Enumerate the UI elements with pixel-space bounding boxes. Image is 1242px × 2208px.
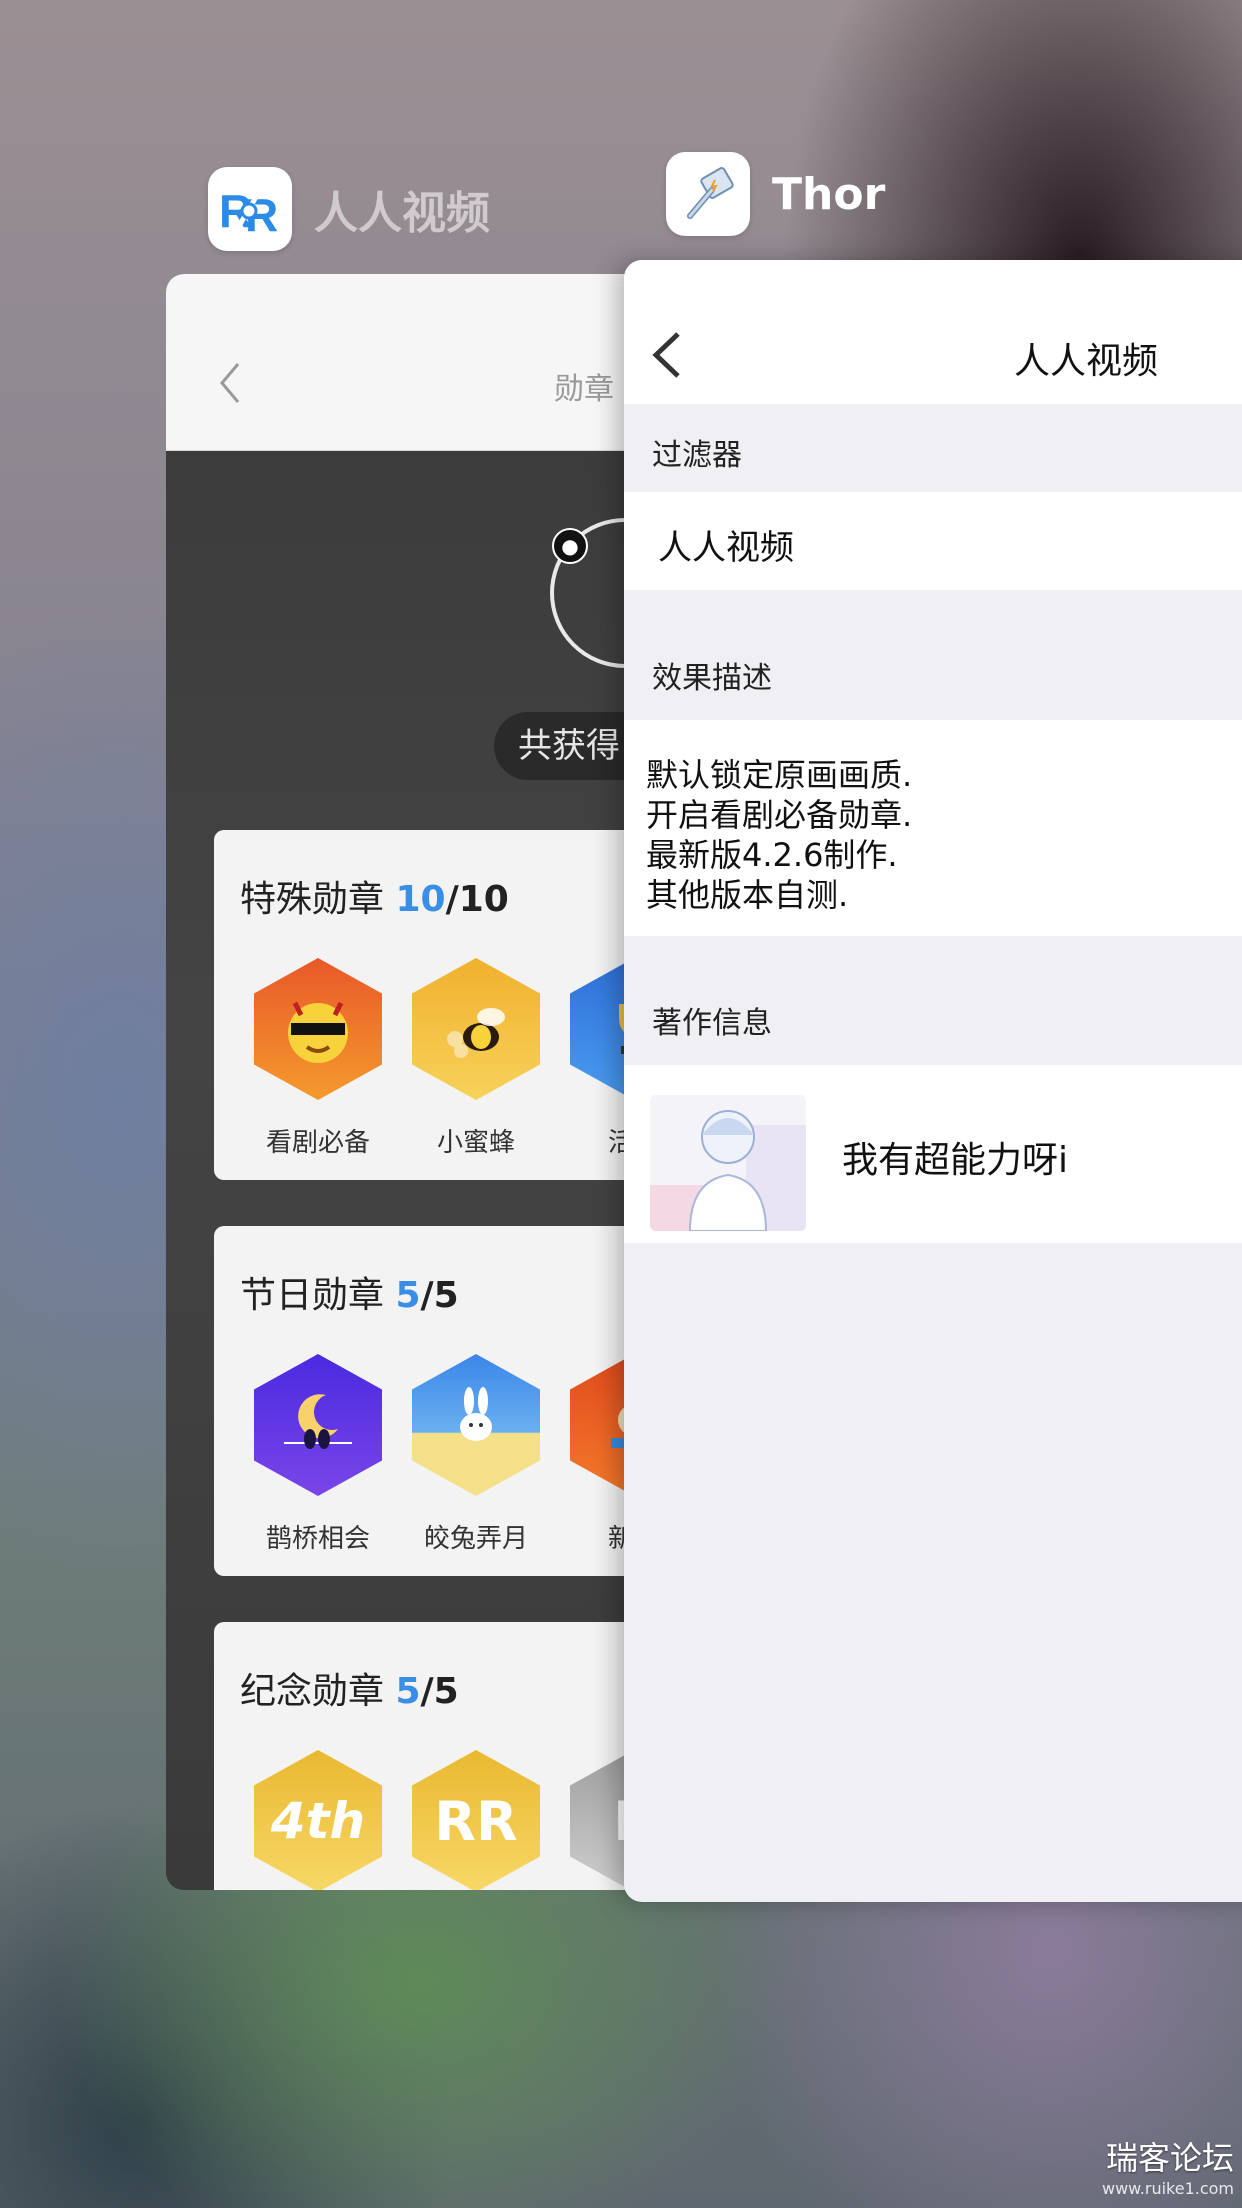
medal-section-commemorative: 纪念勋章 5/5 4th RR R — [214, 1622, 666, 1890]
rr-app-header[interactable]: R R 人人视频 — [208, 167, 490, 251]
author-cell[interactable]: 我有超能力呀i — [624, 1065, 1242, 1243]
watermark: 瑞客论坛 www.ruike1.com — [1102, 2133, 1234, 2198]
section-total: /5 — [420, 1671, 459, 1712]
thor-app-name: Thor — [772, 168, 886, 220]
back-chevron-icon[interactable] — [650, 330, 684, 384]
author-name: 我有超能力呀i — [842, 1140, 1069, 1181]
back-chevron-icon[interactable] — [218, 360, 242, 410]
description-line: 其他版本自测. — [646, 876, 849, 914]
medal-badge-text: 4th — [270, 1792, 366, 1850]
description-header: 效果描述 — [652, 661, 772, 696]
medal-label: 看剧必备 — [265, 1128, 370, 1158]
section-title-text: 特殊勋章 — [240, 879, 385, 920]
section-title: 节日勋章 5/5 — [240, 1266, 459, 1318]
description-cell: 默认锁定原画画质. 开启看剧必备勋章. 最新版4.2.6制作. 其他版本自测. — [624, 720, 1242, 936]
hammer-icon[interactable] — [666, 152, 750, 236]
filter-cell[interactable]: 人人视频 — [624, 492, 1242, 590]
author-avatar — [650, 1095, 806, 1231]
bee-icon[interactable] — [412, 958, 540, 1100]
section-count: 5 — [395, 1275, 421, 1316]
section-title: 纪念勋章 5/5 — [240, 1662, 459, 1714]
section-count: 10 — [395, 879, 446, 920]
rr-app-card[interactable]: 勋章 ● 共获得 特殊勋章 10/10 看剧必备 小蜜蜂 活跃 节日勋章 5/5… — [166, 274, 666, 1890]
rr-logo-icon[interactable]: R R — [208, 167, 292, 251]
moon-birds-icon[interactable] — [254, 1354, 382, 1496]
sunglasses-devil-icon[interactable] — [254, 958, 382, 1100]
thor-app-card[interactable]: 人人视频 过滤器 人人视频 效果描述 默认锁定原画画质. 开启看剧必备勋章. 最… — [624, 260, 1242, 1902]
section-title-text: 纪念勋章 — [240, 1671, 385, 1712]
section-count: 5 — [395, 1671, 421, 1712]
rr-nav-title: 勋章 — [554, 372, 614, 407]
rr-logo-icon[interactable]: RR — [412, 1750, 540, 1890]
section-total: /10 — [445, 879, 509, 920]
filter-header: 过滤器 — [652, 438, 742, 473]
medal-section-holiday: 节日勋章 5/5 鹊桥相会 皎兔弄月 新年 — [214, 1226, 666, 1576]
medal-label: 皎兔弄月 — [423, 1524, 528, 1554]
watermark-main: 瑞客论坛 — [1105, 2139, 1234, 2177]
rr-navbar: 勋章 — [166, 274, 666, 451]
medal-section-special: 特殊勋章 10/10 看剧必备 小蜜蜂 活跃 — [214, 830, 666, 1180]
section-title: 特殊勋章 10/10 — [240, 870, 509, 922]
section-total: /5 — [420, 1275, 459, 1316]
4th-anniversary-icon[interactable]: 4th — [254, 1750, 382, 1890]
filter-value: 人人视频 — [658, 528, 794, 568]
section-title-text: 节日勋章 — [240, 1275, 385, 1316]
rr-app-name: 人人视频 — [314, 188, 490, 239]
watermark-sub: www.ruike1.com — [1101, 2179, 1234, 2198]
thor-navbar: 人人视频 — [624, 260, 1242, 404]
author-header: 著作信息 — [652, 1006, 772, 1041]
rabbit-icon[interactable] — [412, 1354, 540, 1496]
profile-badge-icon: ● — [552, 528, 588, 564]
thor-app-header[interactable]: Thor — [666, 152, 885, 236]
thor-nav-title: 人人视频 — [1014, 341, 1159, 382]
medal-label: 鹊桥相会 — [265, 1524, 370, 1554]
medal-label: 小蜜蜂 — [436, 1128, 515, 1158]
